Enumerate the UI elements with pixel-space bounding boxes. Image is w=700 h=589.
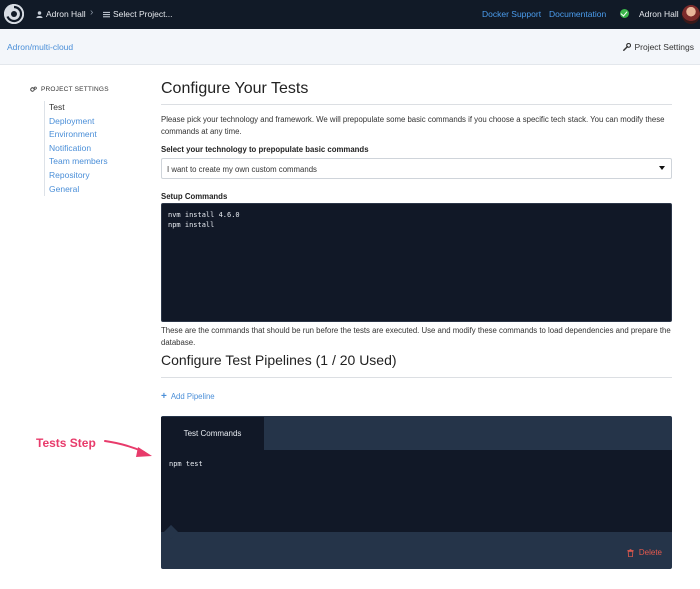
- sidebar-item-environment[interactable]: Environment: [49, 128, 108, 142]
- user-breadcrumb[interactable]: Adron Hall: [36, 9, 86, 19]
- test-commands-code: npm test: [169, 459, 203, 469]
- code-line: npm test: [169, 460, 203, 468]
- circleci-logo-icon[interactable]: [4, 4, 24, 24]
- divider: [161, 104, 672, 105]
- technology-select-label: Select your technology to prepopulate ba…: [161, 145, 369, 154]
- sidebar-item-team-members[interactable]: Team members: [49, 155, 108, 169]
- project-link[interactable]: Adron/multi-cloud: [7, 42, 73, 52]
- documentation-link[interactable]: Documentation: [549, 9, 606, 19]
- tab-test-commands[interactable]: Test Commands: [161, 417, 264, 450]
- user-menu-name[interactable]: Adron Hall: [639, 9, 679, 19]
- wrench-icon: [623, 43, 632, 51]
- setup-commands-help: These are the commands that should be ru…: [161, 326, 671, 347]
- user-breadcrumb-label: Adron Hall: [46, 9, 86, 19]
- trash-icon: [627, 548, 634, 557]
- add-pipeline-button[interactable]: + Add Pipeline: [161, 390, 215, 402]
- annotation-label: Tests Step: [36, 436, 96, 450]
- sidebar-heading: PROJECT SETTINGS: [30, 86, 109, 93]
- pipeline-panel: Test Commands npm test Delete: [161, 416, 672, 569]
- delete-pipeline-button[interactable]: Delete: [627, 548, 662, 557]
- plus-icon: +: [161, 390, 167, 402]
- sidebar-item-test[interactable]: Test: [49, 101, 108, 115]
- sidebar-item-notification[interactable]: Notification: [49, 142, 108, 156]
- list-icon: [103, 11, 110, 17]
- status-check-icon: [620, 9, 629, 18]
- top-navbar: Adron Hall › Select Project... Docker Su…: [0, 0, 700, 29]
- gears-icon: [30, 86, 37, 92]
- docker-support-link[interactable]: Docker Support: [482, 9, 541, 19]
- sidebar-item-general[interactable]: General: [49, 183, 108, 197]
- project-settings-button[interactable]: Project Settings: [623, 42, 694, 52]
- pipelines-title: Configure Test Pipelines (1 / 20 Used): [161, 352, 397, 368]
- add-pipeline-label: Add Pipeline: [170, 392, 215, 401]
- delete-label: Delete: [638, 548, 662, 557]
- sidebar-item-deployment[interactable]: Deployment: [49, 115, 108, 129]
- sidebar-nav: Test Deployment Environment Notification…: [44, 101, 108, 197]
- setup-commands-editor[interactable]: nvm install 4.6.0 npm install: [161, 203, 672, 322]
- project-selector-label: Select Project...: [113, 9, 173, 19]
- project-settings-label: Project Settings: [634, 42, 694, 52]
- code-line: nvm install 4.6.0: [168, 211, 240, 219]
- caret-down-icon: [659, 166, 665, 170]
- code-line: npm install: [168, 221, 215, 229]
- project-selector[interactable]: Select Project...: [103, 9, 173, 19]
- user-icon: [36, 10, 43, 18]
- arrow-right-icon: [104, 440, 152, 457]
- avatar[interactable]: [682, 5, 700, 24]
- test-commands-editor[interactable]: npm test: [161, 450, 672, 532]
- technology-select[interactable]: I want to create my own custom commands: [161, 158, 672, 179]
- sidebar-item-repository[interactable]: Repository: [49, 169, 108, 183]
- project-header: Adron/multi-cloud Project Settings: [0, 29, 700, 65]
- sidebar-heading-label: PROJECT SETTINGS: [41, 86, 109, 93]
- chevron-right-icon: ›: [90, 7, 94, 18]
- setup-commands-code: nvm install 4.6.0 npm install: [168, 210, 240, 230]
- setup-commands-label: Setup Commands: [161, 192, 228, 201]
- intro-text: Please pick your technology and framewor…: [161, 115, 665, 136]
- technology-select-value: I want to create my own custom commands: [167, 165, 317, 174]
- page-title: Configure Your Tests: [161, 80, 309, 97]
- divider: [161, 377, 672, 378]
